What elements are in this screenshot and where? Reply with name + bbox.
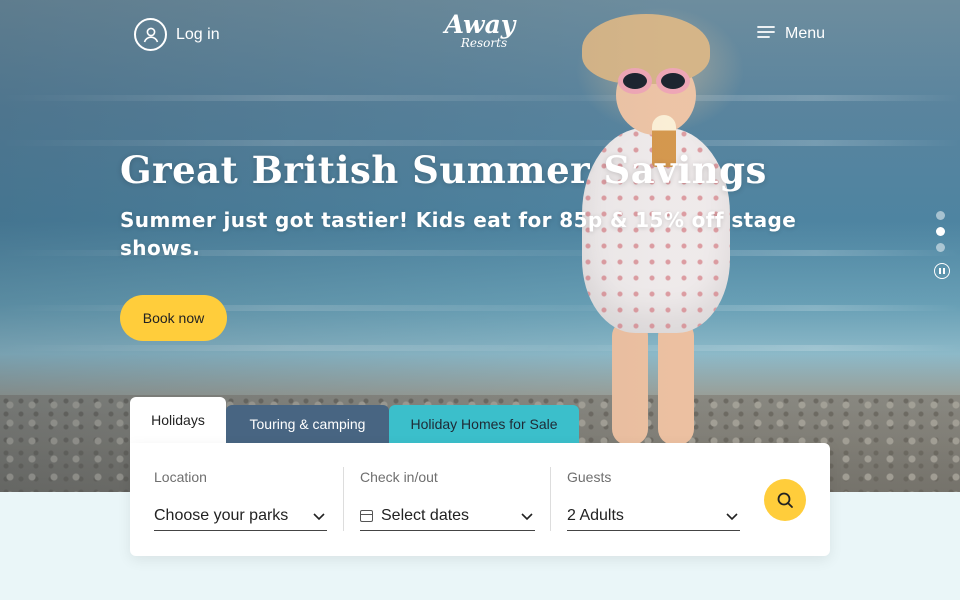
guests-value: 2 Adults <box>567 506 624 524</box>
guests-select[interactable]: 2 Adults <box>567 501 740 531</box>
tab-touring-camping[interactable]: Touring & camping <box>226 405 389 443</box>
location-value: Choose your parks <box>154 506 289 524</box>
user-circle-icon <box>134 18 167 51</box>
location-select[interactable]: Choose your parks <box>154 501 327 531</box>
login-label: Log in <box>176 25 220 43</box>
location-label: Location <box>154 469 207 485</box>
pause-icon[interactable] <box>934 263 950 279</box>
book-now-button[interactable]: Book now <box>120 295 227 341</box>
away-resorts-logo[interactable]: Away Resorts <box>438 12 522 56</box>
search-button[interactable] <box>764 479 806 521</box>
guests-label: Guests <box>567 469 612 485</box>
search-icon <box>777 492 793 508</box>
hamburger-menu-icon <box>757 24 775 43</box>
menu-label: Menu <box>785 24 826 42</box>
tab-holidays[interactable]: Holidays <box>130 397 226 443</box>
hero-headline: Great British Summer Savings <box>120 148 767 192</box>
slide-dot[interactable] <box>936 243 945 252</box>
field-divider <box>343 467 344 531</box>
field-divider <box>550 467 551 531</box>
login-link[interactable]: Log in <box>134 18 220 51</box>
chevron-down-icon <box>521 512 533 520</box>
slide-indicators <box>936 211 945 252</box>
chevron-down-icon <box>726 512 738 520</box>
calendar-icon <box>360 509 373 522</box>
hero-subtitle: Summer just got tastier! Kids eat for 85… <box>120 208 797 260</box>
logo-line-1: Away <box>444 10 516 39</box>
slide-dot-active[interactable] <box>936 227 945 236</box>
search-tabs: Holidays Touring & camping Holiday Homes… <box>130 397 579 443</box>
dates-label: Check in/out <box>360 469 438 485</box>
dates-value: Select dates <box>381 506 470 524</box>
dates-select[interactable]: Select dates <box>360 501 535 531</box>
tab-holiday-homes[interactable]: Holiday Homes for Sale <box>389 405 579 443</box>
menu-button[interactable]: Menu <box>757 24 825 43</box>
slide-dot[interactable] <box>936 211 945 220</box>
search-panel: Location Choose your parks Check in/out … <box>130 443 830 556</box>
location-field: Location Choose your parks <box>154 443 327 556</box>
dates-field: Check in/out Select dates <box>360 443 535 556</box>
guests-field: Guests 2 Adults <box>567 443 740 556</box>
chevron-down-icon <box>313 512 325 520</box>
